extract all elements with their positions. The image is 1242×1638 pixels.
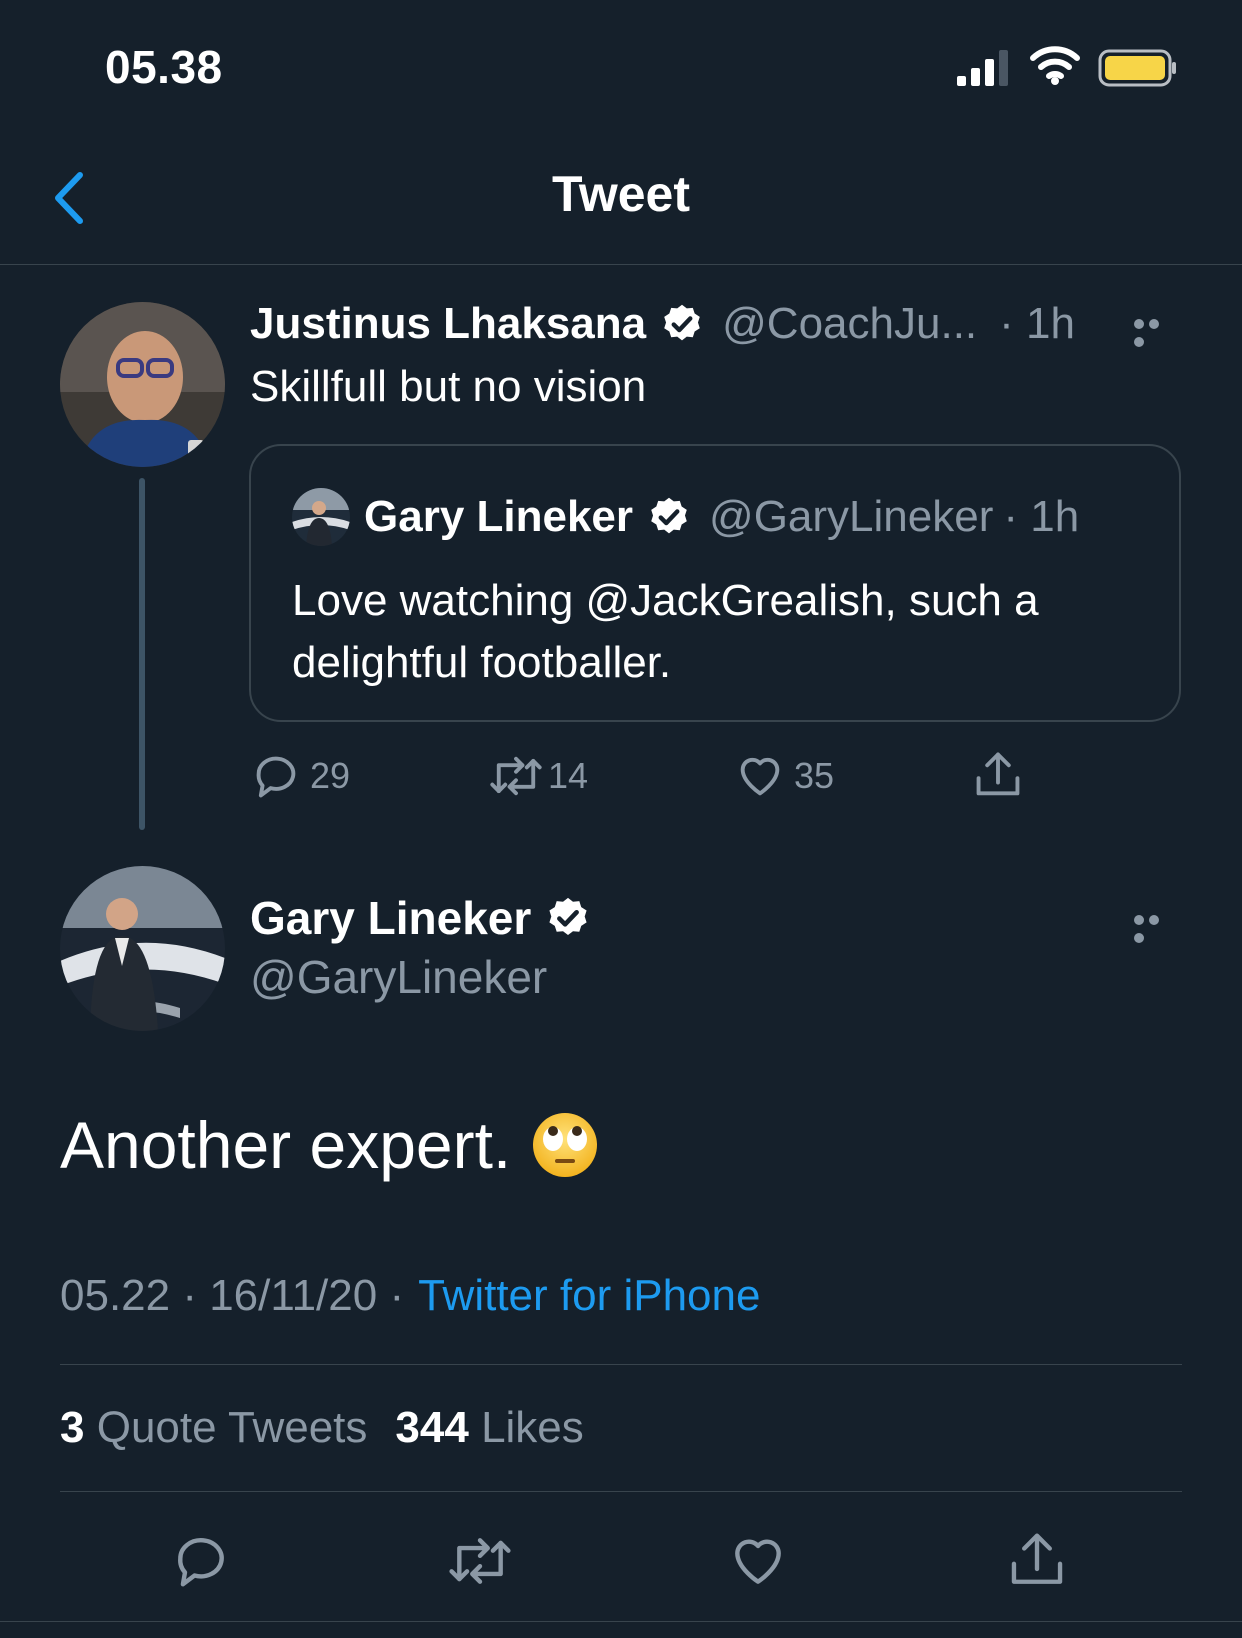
likes-stat[interactable]: 344 Likes	[395, 1403, 583, 1453]
main-retweet-button[interactable]	[446, 1530, 514, 1592]
more-dot-icon	[1134, 915, 1144, 925]
page-title: Tweet	[552, 166, 690, 222]
retweet-icon	[449, 1538, 511, 1584]
more-dot-icon	[1134, 337, 1144, 347]
like-count: 35	[794, 755, 835, 796]
profile-photo	[292, 488, 350, 546]
quote-tweets-count: 3	[60, 1403, 85, 1452]
share-icon	[1011, 1533, 1063, 1584]
stats-divider	[60, 1491, 1182, 1492]
main-more-button[interactable]	[1134, 912, 1178, 943]
meta-divider	[60, 1364, 1182, 1365]
reply-author-handle[interactable]: @CoachJu...	[722, 299, 977, 349]
tweet-timestamp: 05.22 · 16/11/20 ·	[60, 1271, 405, 1320]
reply-author-name[interactable]: Justinus Lhaksana	[250, 299, 646, 349]
status-time: 05.38	[105, 41, 223, 93]
quoted-text-line: delightful footballer.	[292, 638, 672, 687]
more-dot-icon	[1134, 933, 1144, 943]
rolling-eyes-emoji-icon	[533, 1113, 598, 1177]
reply-timestamp: · 1h	[999, 299, 1075, 348]
likes-label: Likes	[481, 1403, 584, 1452]
profile-photo	[60, 866, 225, 1031]
avatar-gary[interactable]	[60, 866, 225, 1031]
battery-icon	[1098, 49, 1176, 87]
comment-icon	[256, 756, 296, 798]
main-like-button[interactable]	[726, 1530, 790, 1592]
main-author-handle[interactable]: @GaryLineker	[250, 950, 547, 1004]
quote-tweets-label: Quote Tweets	[96, 1403, 368, 1452]
main-reply-button[interactable]	[170, 1530, 232, 1592]
main-tweet-text: Another expert.	[60, 1108, 512, 1182]
quoted-text-line: Love watching @JackGrealish, such a	[292, 576, 1039, 625]
thread-connector-line	[139, 478, 145, 830]
reply-more-button[interactable]	[1134, 316, 1178, 347]
quoted-text: Love watching @JackGrealish, such a deli…	[292, 570, 1039, 694]
retweet-action-button[interactable]: 14	[488, 750, 588, 802]
retweet-count: 14	[548, 755, 589, 796]
verified-badge-icon	[549, 897, 587, 936]
share-icon	[976, 752, 1020, 796]
main-share-button[interactable]	[1006, 1528, 1068, 1592]
quoted-author-handle: @GaryLineker	[709, 492, 994, 541]
more-dot-icon	[1149, 319, 1159, 329]
tweet-source-link[interactable]: Twitter for iPhone	[418, 1271, 760, 1321]
reply-count: 29	[310, 755, 351, 796]
like-action-button[interactable]: 35	[734, 750, 834, 802]
heart-icon	[740, 757, 780, 796]
verified-badge-icon	[664, 304, 700, 341]
likes-count: 344	[395, 1403, 469, 1452]
retweet-icon	[490, 756, 542, 796]
heart-icon	[735, 1539, 781, 1584]
quoted-timestamp: · 1h	[1003, 492, 1080, 541]
more-dot-icon	[1134, 319, 1144, 329]
avatar-justinus[interactable]	[60, 302, 225, 467]
wifi-icon	[1030, 46, 1080, 85]
header-divider	[0, 264, 1242, 265]
verified-badge-icon	[651, 497, 687, 534]
reply-action-button[interactable]: 29	[250, 750, 350, 802]
profile-photo	[60, 302, 225, 467]
share-action-button[interactable]	[972, 748, 1024, 802]
cellular-signal-icon	[957, 50, 1008, 86]
more-dot-icon	[1149, 915, 1159, 925]
reply-text: Skillfull but no vision	[250, 362, 647, 411]
comment-icon	[178, 1538, 224, 1587]
quoted-author-name: Gary Lineker	[364, 492, 634, 541]
bottom-divider	[0, 1621, 1242, 1622]
quote-tweets-stat[interactable]: 3 Quote Tweets	[60, 1403, 367, 1453]
avatar-quoted-gary	[292, 488, 350, 546]
main-author-name[interactable]: Gary Lineker	[250, 891, 531, 945]
